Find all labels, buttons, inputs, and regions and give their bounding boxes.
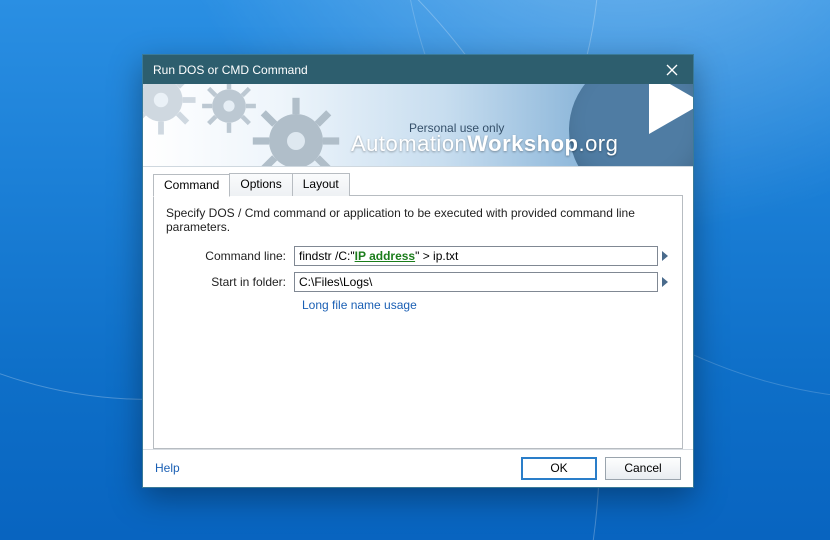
footer: Help OK Cancel <box>143 449 693 487</box>
gear-icon <box>143 84 197 136</box>
button-label: OK <box>550 461 567 475</box>
banner: Personal use only AutomationWorkshop.org <box>143 84 693 167</box>
tab-label: Options <box>240 177 281 191</box>
start-folder-label: Start in folder: <box>166 275 294 289</box>
tab-layout[interactable]: Layout <box>292 173 350 196</box>
client-area: Command Options Layout Specify DOS / Cmd… <box>143 167 693 449</box>
banner-brand: AutomationWorkshop.org <box>351 131 618 156</box>
long-file-name-usage-link[interactable]: Long file name usage <box>302 298 417 312</box>
command-line-menu-button[interactable] <box>660 246 670 266</box>
banner-text: Personal use only AutomationWorkshop.org <box>351 122 618 156</box>
gear-icon <box>251 96 341 167</box>
chevron-right-icon <box>662 277 668 287</box>
start-folder-menu-button[interactable] <box>660 272 670 292</box>
chevron-right-icon <box>662 251 668 261</box>
button-label: Cancel <box>624 461 661 475</box>
tabstrip: Command Options Layout <box>153 173 683 196</box>
close-icon <box>666 64 678 76</box>
close-button[interactable] <box>651 55 693 84</box>
tabpanel-command: Specify DOS / Cmd command or application… <box>153 195 683 449</box>
tab-command[interactable]: Command <box>153 174 230 197</box>
command-variable-token[interactable]: IP address <box>355 249 415 263</box>
start-folder-input[interactable]: C:\Files\Logs\ <box>294 272 658 292</box>
cancel-button[interactable]: Cancel <box>605 457 681 480</box>
tab-label: Command <box>164 178 219 192</box>
gear-icon <box>201 84 257 134</box>
window-title: Run DOS or CMD Command <box>153 63 308 77</box>
titlebar[interactable]: Run DOS or CMD Command <box>143 55 693 84</box>
command-line-label: Command line: <box>166 249 294 263</box>
tab-options[interactable]: Options <box>229 173 292 196</box>
tab-label: Layout <box>303 177 339 191</box>
ok-button[interactable]: OK <box>521 457 597 480</box>
command-line-input[interactable]: findstr /C:"IP address" > ip.txt <box>294 246 658 266</box>
panel-description: Specify DOS / Cmd command or application… <box>166 206 670 234</box>
play-triangle-icon <box>649 84 693 134</box>
help-link[interactable]: Help <box>155 461 180 475</box>
dialog-window: Run DOS or CMD Command Personal use only… <box>142 54 694 488</box>
